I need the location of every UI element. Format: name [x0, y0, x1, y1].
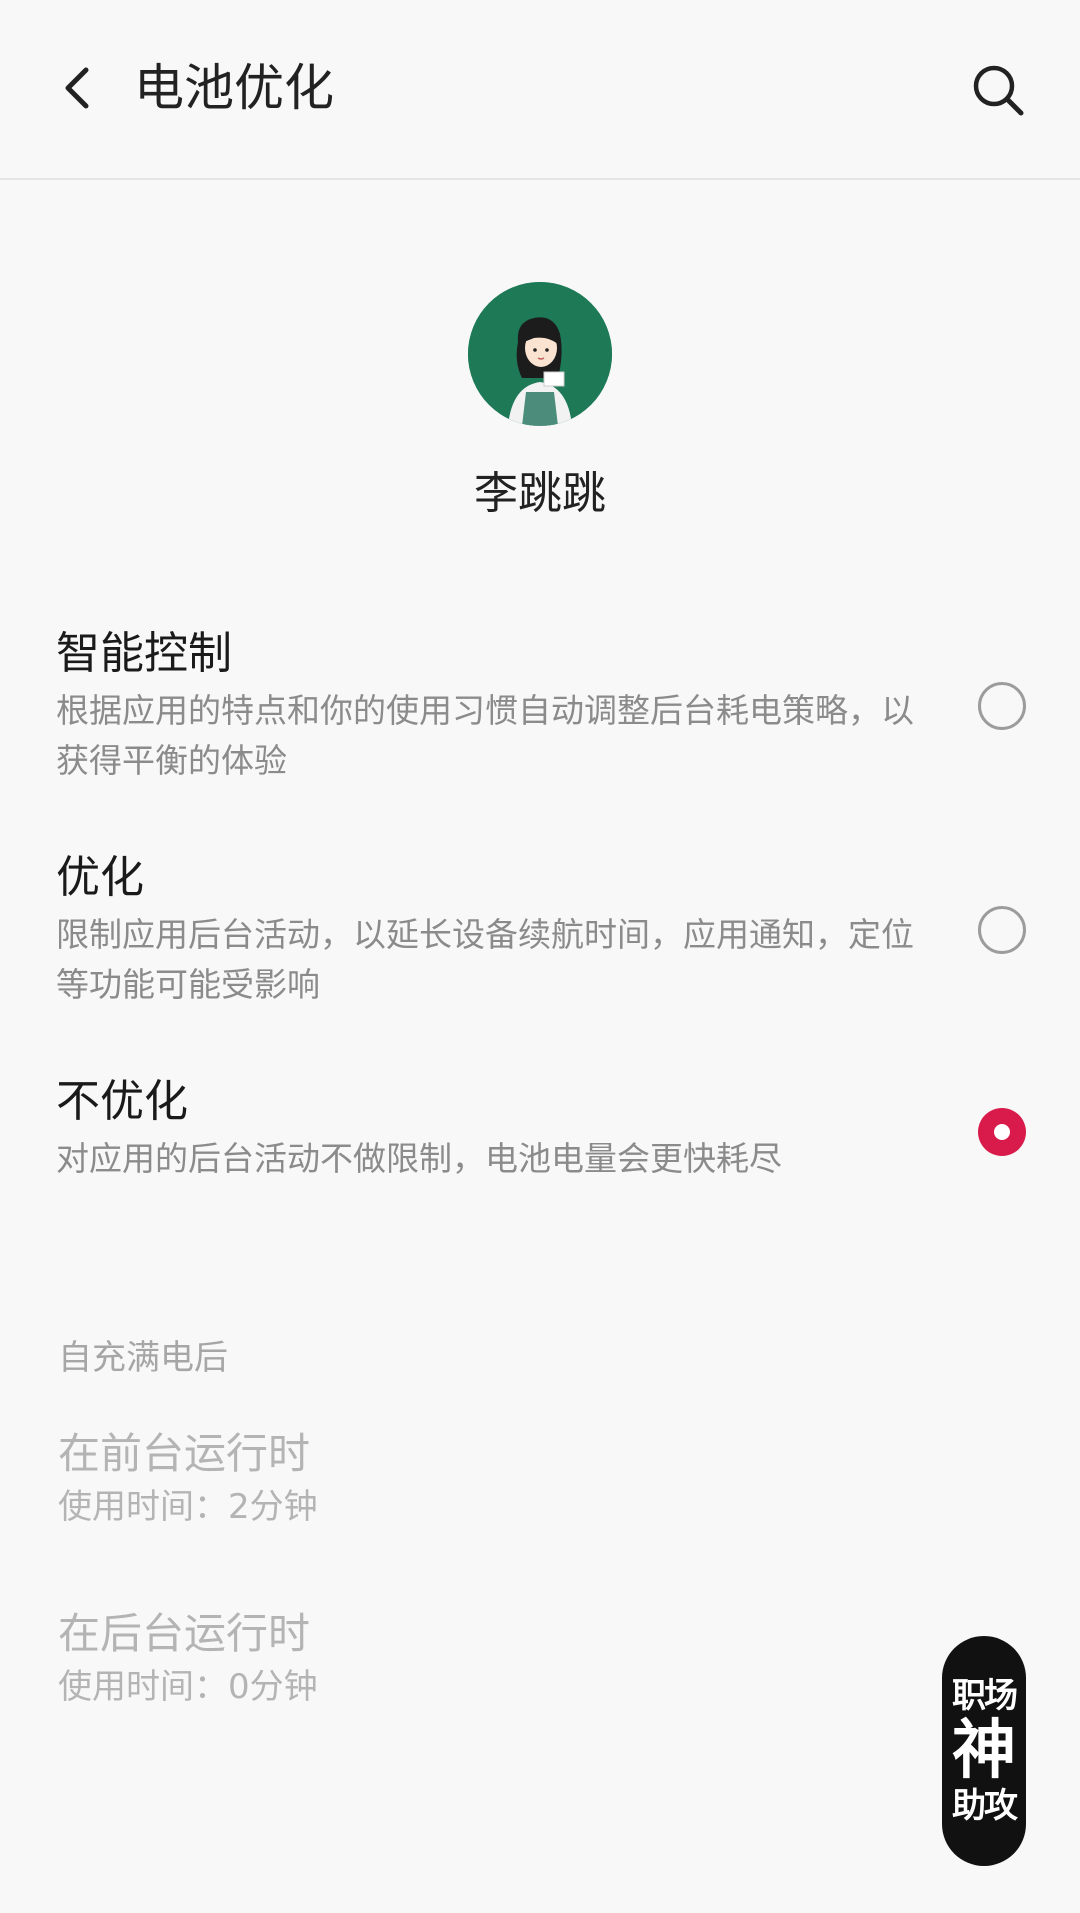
option-smart-control[interactable]: 智能控制 根据应用的特点和你的使用习惯自动调整后台耗电策略，以获得平衡的体验	[56, 626, 1026, 786]
radio-button[interactable]	[978, 906, 1026, 954]
section-header: 自充满电后	[58, 1338, 228, 1378]
option-description: 根据应用的特点和你的使用习惯自动调整后台耗电策略，以获得平衡的体验	[56, 691, 914, 780]
usage-value: 使用时间：0分钟	[58, 1667, 318, 1707]
option-title: 不优化	[56, 1076, 188, 1127]
usage-value: 使用时间：2分钟	[58, 1487, 318, 1527]
option-title: 智能控制	[56, 628, 232, 679]
radio-button-selected[interactable]	[978, 1108, 1026, 1156]
radio-button[interactable]	[978, 682, 1026, 730]
usage-title: 在后台运行时	[58, 1609, 311, 1658]
watermark-text: 助攻	[952, 1786, 1018, 1826]
battery-optimization-screen: 电池优化 李跳跳 智能控制 根据应用的特点和你的使用习惯自动调整后台耗电策略，以…	[0, 0, 1080, 1913]
option-description: 对应用的后台活动不做限制，电池电量会更快耗尽	[56, 1139, 782, 1178]
back-arrow-icon	[65, 67, 89, 109]
search-button[interactable]	[968, 60, 1028, 120]
back-button[interactable]	[48, 60, 104, 116]
option-title: 优化	[56, 852, 144, 903]
page-title: 电池优化	[134, 59, 334, 117]
option-description: 限制应用后台活动，以延长设备续航时间，应用通知，定位等功能可能受影响	[56, 915, 914, 1004]
usage-item-background: 在后台运行时 使用时间：0分钟	[58, 1606, 758, 1712]
usage-title: 在前台运行时	[58, 1429, 311, 1478]
option-optimize[interactable]: 优化 限制应用后台活动，以延长设备续航时间，应用通知，定位等功能可能受影响	[56, 850, 1026, 1010]
usage-item-foreground: 在前台运行时 使用时间：2分钟	[58, 1426, 758, 1532]
app-avatar	[468, 282, 612, 426]
watermark-text: 神	[952, 1713, 1016, 1788]
search-icon	[973, 65, 1024, 116]
option-no-optimize[interactable]: 不优化 对应用的后台活动不做限制，电池电量会更快耗尽	[56, 1074, 1026, 1184]
watermark-logo: 职场 神 助攻	[942, 1636, 1026, 1866]
top-app-bar: 电池优化	[0, 0, 1080, 180]
watermark-text: 职场	[952, 1676, 1018, 1716]
girl-avatar-icon	[468, 282, 612, 426]
app-name: 李跳跳	[474, 468, 606, 519]
